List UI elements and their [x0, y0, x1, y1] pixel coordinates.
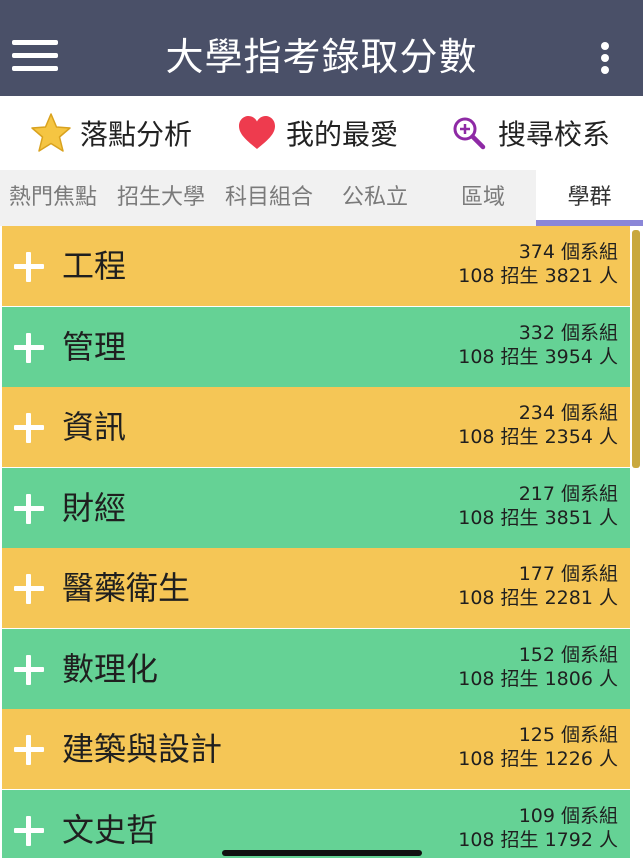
expand-plus-icon: [14, 574, 44, 604]
tab-subject-combinations[interactable]: 科目組合: [216, 170, 322, 226]
department-count: 109 個系組: [518, 805, 618, 827]
placement-analysis-label: 落點分析: [80, 118, 193, 151]
expand-plus-icon: [14, 735, 44, 765]
enrollment-count: 108 招生 3851 人: [458, 507, 618, 529]
group-name: 資訊: [62, 408, 127, 446]
list-item[interactable]: 文史哲 109 個系組 108 招生 1792 人: [2, 790, 630, 858]
list-item[interactable]: 管理 332 個系組 108 招生 3954 人: [2, 307, 630, 387]
tab-public-private[interactable]: 公私立: [322, 170, 428, 226]
search-departments-label: 搜尋校系: [498, 118, 611, 151]
star-icon: [30, 112, 72, 154]
enrollment-count: 108 招生 2281 人: [458, 587, 618, 609]
department-count: 217 個系組: [518, 483, 618, 505]
expand-plus-icon: [14, 333, 44, 363]
tab-academic-groups[interactable]: 學群: [536, 170, 643, 226]
page-title: 大學指考錄取分數: [165, 35, 478, 79]
home-indicator[interactable]: [222, 850, 422, 856]
expand-plus-icon: [14, 816, 44, 846]
department-count: 332 個系組: [518, 322, 618, 344]
group-stats: 109 個系組 108 招生 1792 人: [458, 804, 618, 852]
top-app-bar: 大學指考錄取分數: [0, 0, 643, 96]
group-stats: 332 個系組 108 招生 3954 人: [458, 321, 618, 369]
group-name: 文史哲: [62, 811, 159, 849]
kebab-icon[interactable]: [596, 40, 614, 76]
group-name: 數理化: [62, 650, 159, 688]
placement-analysis-button[interactable]: 落點分析: [30, 110, 192, 156]
tab-universities[interactable]: 招生大學: [108, 170, 214, 226]
department-count: 125 個系組: [518, 724, 618, 746]
tab-hot-topics[interactable]: 熱門焦點: [0, 170, 106, 226]
hamburger-icon[interactable]: [12, 40, 58, 74]
group-name: 財經: [62, 489, 127, 527]
academic-group-list: 工程 374 個系組 108 招生 3821 人 管理 332 個系組 108 …: [0, 226, 643, 858]
enrollment-count: 108 招生 1806 人: [458, 668, 618, 690]
list-item[interactable]: 醫藥衛生 177 個系組 108 招生 2281 人: [2, 548, 630, 628]
group-stats: 374 個系組 108 招生 3821 人: [458, 240, 618, 288]
heart-icon: [236, 112, 278, 154]
list-item[interactable]: 資訊 234 個系組 108 招生 2354 人: [2, 387, 630, 467]
group-stats: 234 個系組 108 招生 2354 人: [458, 401, 618, 449]
group-name: 建築與設計: [62, 730, 223, 768]
enrollment-count: 108 招生 1226 人: [458, 748, 618, 770]
department-count: 152 個系組: [518, 644, 618, 666]
expand-plus-icon: [14, 494, 44, 524]
enrollment-count: 108 招生 3821 人: [458, 265, 618, 287]
list-item[interactable]: 財經 217 個系組 108 招生 3851 人: [2, 468, 630, 548]
department-count: 177 個系組: [518, 563, 618, 585]
department-count: 234 個系組: [518, 402, 618, 424]
group-stats: 177 個系組 108 招生 2281 人: [458, 562, 618, 610]
group-name: 醫藥衛生: [62, 569, 191, 607]
list-item[interactable]: 數理化 152 個系組 108 招生 1806 人: [2, 629, 630, 709]
quick-actions-bar: 落點分析 我的最愛 搜尋校系: [0, 96, 643, 170]
magnifier-plus-icon: [448, 112, 490, 154]
favorites-button[interactable]: 我的最愛: [236, 110, 398, 156]
enrollment-count: 108 招生 1792 人: [458, 829, 618, 851]
group-stats: 152 個系組 108 招生 1806 人: [458, 643, 618, 691]
department-count: 374 個系組: [518, 241, 618, 263]
group-name: 管理: [62, 328, 127, 366]
group-stats: 217 個系組 108 招生 3851 人: [458, 482, 618, 530]
expand-plus-icon: [14, 413, 44, 443]
category-tabs: 熱門焦點 招生大學 科目組合 公私立 區域 學群: [0, 170, 643, 226]
expand-plus-icon: [14, 655, 44, 685]
favorites-label: 我的最愛: [286, 118, 399, 151]
group-stats: 125 個系組 108 招生 1226 人: [458, 723, 618, 771]
enrollment-count: 108 招生 2354 人: [458, 426, 618, 448]
group-name: 工程: [62, 247, 127, 285]
app-screen: 大學指考錄取分數 落點分析 我的最愛 搜尋校系 熱門焦點 招生大學 科目組合 公…: [0, 0, 643, 858]
list-item[interactable]: 建築與設計 125 個系組 108 招生 1226 人: [2, 709, 630, 789]
expand-plus-icon: [14, 252, 44, 282]
tab-region[interactable]: 區域: [430, 170, 536, 226]
scrollbar-thumb[interactable]: [632, 230, 640, 468]
search-departments-button[interactable]: 搜尋校系: [448, 110, 610, 156]
enrollment-count: 108 招生 3954 人: [458, 346, 618, 368]
list-item[interactable]: 工程 374 個系組 108 招生 3821 人: [2, 226, 630, 306]
